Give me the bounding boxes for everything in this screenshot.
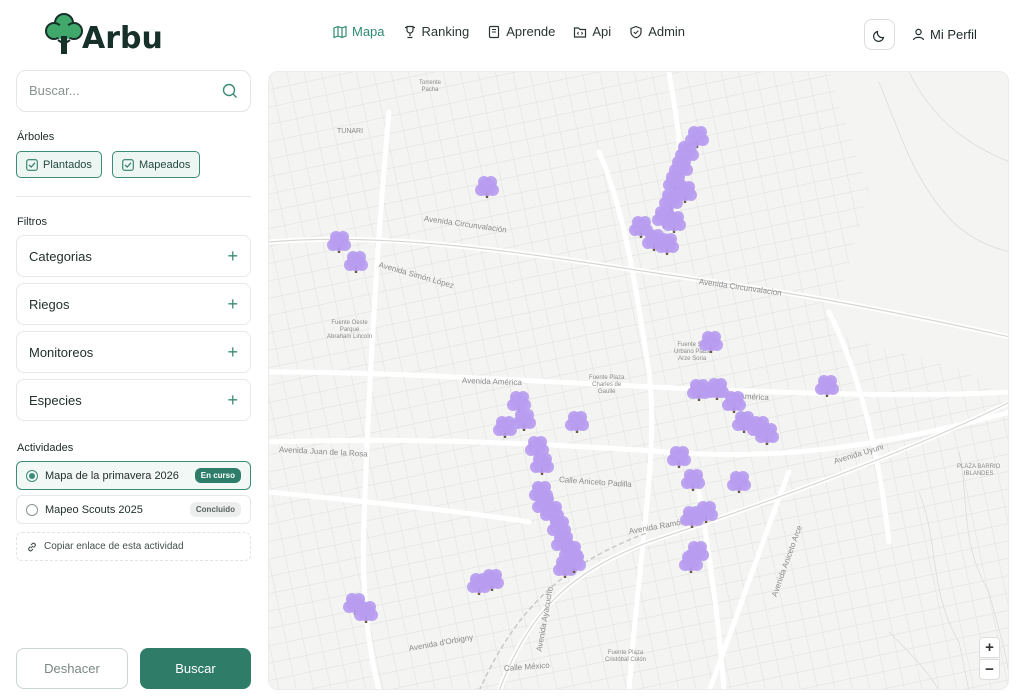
filter-label: Monitoreos — [29, 344, 94, 360]
jacaranda-tree-icon[interactable] — [694, 501, 718, 523]
tree-logo-icon — [44, 10, 84, 56]
filter-monitoreos[interactable]: Monitoreos + — [16, 331, 251, 373]
zoom-out-button[interactable]: − — [979, 659, 1000, 680]
jacaranda-tree-icon[interactable] — [679, 551, 703, 573]
jacaranda-tree-icon[interactable] — [815, 375, 839, 397]
chip-mapeados[interactable]: Mapeados — [112, 151, 201, 178]
tree-map[interactable]: Avenida Circunvalación Avenida Simón Lóp… — [268, 71, 1009, 690]
brand-name: Arbu — [82, 21, 163, 56]
activity-label: Mapeo Scouts 2025 — [45, 503, 143, 516]
profile-link[interactable]: Mi Perfil — [912, 27, 977, 42]
filter-especies[interactable]: Especies + — [16, 379, 251, 421]
nav-label: Api — [592, 24, 612, 39]
search-button[interactable]: Buscar — [140, 648, 251, 689]
activities-heading: Actividades — [17, 442, 74, 454]
filter-label: Riegos — [29, 296, 70, 312]
nav-label: Ranking — [421, 24, 470, 39]
app-header: Arbu Mapa Ranking Aprende Api Admin Mi P… — [0, 0, 1024, 66]
nav-item-ranking[interactable]: Ranking — [403, 24, 470, 39]
nav-label: Aprende — [506, 24, 556, 39]
shield-icon — [630, 25, 642, 38]
activity-item-scouts[interactable]: Mapeo Scouts 2025 Concluido — [16, 495, 251, 524]
search-icon[interactable] — [222, 83, 238, 99]
plus-icon: + — [227, 390, 238, 410]
undo-button[interactable]: Deshacer — [16, 648, 128, 689]
chip-label: Plantados — [43, 158, 92, 171]
theme-toggle-button[interactable] — [864, 19, 895, 50]
plus-icon: + — [227, 246, 238, 266]
jacaranda-tree-icon[interactable] — [667, 446, 691, 468]
jacaranda-tree-icon[interactable] — [565, 411, 589, 433]
profile-label: Mi Perfil — [930, 27, 977, 42]
filter-riegos[interactable]: Riegos + — [16, 283, 251, 325]
nav-item-aprende[interactable]: Aprende — [487, 24, 555, 39]
filters-heading: Filtros — [17, 216, 47, 228]
status-badge: Concluido — [189, 502, 241, 517]
plus-icon: + — [227, 294, 238, 314]
jacaranda-tree-icon[interactable] — [681, 469, 705, 491]
filter-categorias[interactable]: Categorias + — [16, 235, 251, 277]
code-folder-icon — [574, 26, 587, 38]
plus-icon: + — [227, 342, 238, 362]
copy-activity-link-button[interactable]: Copiar enlace de esta actividad — [16, 532, 251, 561]
jacaranda-tree-icon[interactable] — [344, 251, 368, 273]
moon-icon — [872, 30, 884, 42]
main-nav: Mapa Ranking Aprende Api Admin — [333, 24, 685, 39]
trees-heading: Árboles — [17, 131, 55, 143]
jacaranda-tree-icon[interactable] — [480, 569, 504, 591]
activity-item-primavera[interactable]: Mapa de la primavera 2026 En curso — [16, 461, 251, 490]
checkbox-checked-icon — [122, 158, 134, 171]
user-icon — [912, 28, 925, 41]
book-icon — [489, 25, 500, 38]
chip-label: Mapeados — [139, 158, 191, 171]
search-input[interactable] — [29, 83, 209, 98]
jacaranda-tree-icon[interactable] — [727, 471, 751, 493]
jacaranda-tree-icon[interactable] — [327, 231, 351, 253]
filter-label: Categorias — [29, 248, 92, 264]
link-icon — [28, 542, 36, 551]
trophy-icon — [404, 25, 415, 38]
map-icon — [333, 25, 347, 38]
jacaranda-tree-icon[interactable] — [530, 453, 554, 475]
jacaranda-tree-icon[interactable] — [512, 409, 536, 431]
chip-plantados[interactable]: Plantados — [16, 151, 102, 178]
nav-label: Mapa — [352, 24, 385, 39]
status-badge: En curso — [194, 468, 241, 483]
filter-label: Especies — [29, 392, 82, 408]
radio-selected-icon — [26, 469, 38, 482]
nav-item-mapa[interactable]: Mapa — [333, 24, 385, 39]
nav-item-api[interactable]: Api — [573, 24, 611, 39]
copy-link-label: Copiar enlace de esta actividad — [44, 541, 184, 552]
zoom-in-button[interactable]: + — [979, 637, 1000, 658]
brand-logo[interactable]: Arbu — [44, 10, 163, 56]
jacaranda-tree-icon[interactable] — [699, 331, 723, 353]
activity-label: Mapa de la primavera 2026 — [45, 469, 179, 482]
jacaranda-tree-icon[interactable] — [475, 176, 499, 198]
tree-markers — [327, 126, 839, 623]
nav-item-admin[interactable]: Admin — [629, 24, 685, 39]
sidebar-divider — [16, 196, 251, 197]
radio-icon — [26, 503, 38, 516]
nav-label: Admin — [648, 24, 686, 39]
checkbox-checked-icon — [26, 158, 38, 171]
search-box — [16, 70, 251, 112]
